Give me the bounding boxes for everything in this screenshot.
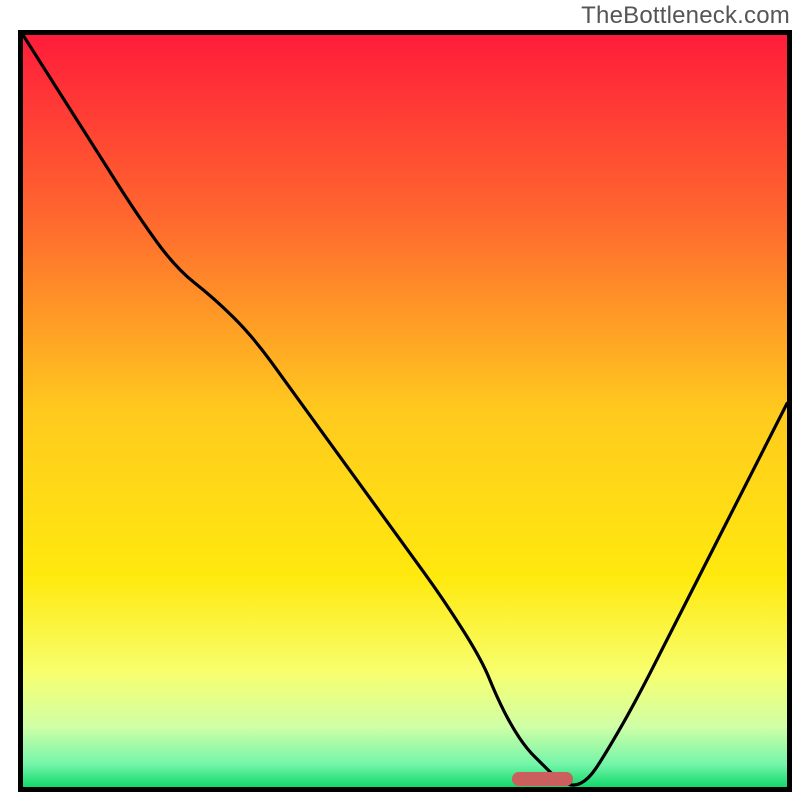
watermark-text: TheBottleneck.com: [581, 2, 790, 30]
bottleneck-curve: [23, 35, 787, 787]
optimal-marker: [512, 772, 573, 786]
plot-area: [18, 30, 792, 792]
